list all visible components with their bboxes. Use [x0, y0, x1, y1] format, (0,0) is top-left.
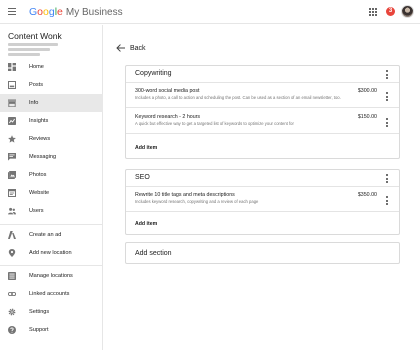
- section-header: Copywriting: [126, 66, 399, 83]
- sidebar-divider: [0, 224, 103, 225]
- users-icon: [8, 207, 16, 215]
- sidebar-item-manage-locations[interactable]: Manage locations: [0, 267, 103, 285]
- section-card-copywriting: Copywriting 300-word social media post I…: [125, 65, 400, 159]
- item-price: $300.00: [357, 88, 377, 94]
- item-price: $150.00: [357, 114, 377, 120]
- chat-icon: [8, 153, 16, 161]
- ads-icon: [8, 231, 16, 239]
- back-button[interactable]: Back: [116, 42, 146, 54]
- add-item-button[interactable]: Add item: [135, 145, 157, 151]
- link-icon: [8, 290, 16, 298]
- sidebar-item-users[interactable]: Users: [0, 202, 103, 220]
- manage-locations-icon: [8, 272, 16, 280]
- website-icon: [8, 189, 16, 197]
- sidebar-item-info[interactable]: Info: [0, 94, 103, 112]
- gear-icon: [8, 308, 16, 316]
- notifications-badge[interactable]: 3: [386, 7, 395, 16]
- sidebar-item-label: Insights: [29, 118, 49, 124]
- section-card-seo: SEO Rewrite 10 title tags and meta descr…: [125, 169, 400, 235]
- help-icon: [8, 326, 16, 334]
- sidebar-item-label: Manage locations: [29, 273, 73, 279]
- insights-icon: [8, 117, 16, 125]
- menu-icon[interactable]: [8, 8, 16, 15]
- sidebar-item-label: Website: [29, 190, 50, 196]
- sidebar-item-label: Posts: [29, 82, 43, 88]
- sidebar-divider: [0, 265, 103, 266]
- section-header: SEO: [126, 170, 399, 187]
- sidebar-item-label: Add new location: [29, 250, 72, 256]
- storefront-icon: [8, 99, 16, 107]
- item-name: Keyword research - 2 hours: [135, 114, 201, 120]
- more-vert-icon[interactable]: [386, 70, 389, 79]
- sidebar-item-linked-accounts[interactable]: Linked accounts: [0, 285, 103, 303]
- add-item-button[interactable]: Add item: [135, 221, 157, 227]
- sidebar-item-support[interactable]: Support: [0, 321, 103, 339]
- sidebar-item-label: Support: [29, 327, 49, 333]
- more-vert-icon[interactable]: [386, 196, 389, 205]
- dashboard-icon: [8, 63, 16, 71]
- item-price: $350.00: [357, 192, 377, 198]
- sidebar-item-insights[interactable]: Insights: [0, 112, 103, 130]
- back-label: Back: [130, 44, 146, 52]
- add-section-card[interactable]: Add section: [125, 242, 400, 264]
- business-address-redacted: [8, 43, 68, 58]
- section-title: Copywriting: [135, 70, 172, 77]
- posts-icon: [8, 81, 16, 89]
- sidebar-item-label: Info: [29, 100, 39, 106]
- account-avatar[interactable]: [401, 5, 414, 18]
- sidebar: Content Wonk Home Posts Info Insights Re…: [0, 25, 103, 350]
- sidebar-item-label: Messaging: [29, 154, 57, 160]
- sidebar-item-reviews[interactable]: Reviews: [0, 130, 103, 148]
- menu-item-row[interactable]: Keyword research - 2 hours A quick but e…: [126, 109, 399, 134]
- sidebar-item-label: Create an ad: [29, 232, 62, 238]
- sidebar-item-posts[interactable]: Posts: [0, 76, 103, 94]
- sidebar-item-settings[interactable]: Settings: [0, 303, 103, 321]
- menu-item-row[interactable]: Rewrite 10 title tags and meta descripti…: [126, 187, 399, 212]
- item-description: Includes keyword research, copywriting a…: [135, 199, 259, 204]
- sidebar-item-label: Users: [29, 208, 44, 214]
- item-name: Rewrite 10 title tags and meta descripti…: [135, 192, 235, 198]
- sidebar-item-label: Photos: [29, 172, 47, 178]
- logo-letter: G: [29, 6, 38, 18]
- location-icon: [8, 249, 16, 257]
- sidebar-item-messaging[interactable]: Messaging: [0, 148, 103, 166]
- menu-item-row[interactable]: 300-word social media post Includes a ph…: [126, 83, 399, 108]
- sidebar-item-label: Settings: [29, 309, 50, 315]
- top-app-bar: Google My Business 3: [0, 0, 420, 24]
- sidebar-item-label: Linked accounts: [29, 291, 70, 297]
- more-vert-icon[interactable]: [386, 118, 389, 127]
- sidebar-item-label: Home: [29, 64, 44, 70]
- logo-letter: e: [57, 6, 63, 18]
- business-name: Content Wonk: [8, 31, 62, 41]
- arrow-back-icon: [116, 44, 125, 52]
- sidebar-item-add-location[interactable]: Add new location: [0, 244, 103, 262]
- app-logo[interactable]: Google My Business: [29, 6, 123, 19]
- sidebar-item-home[interactable]: Home: [0, 58, 103, 76]
- sidebar-item-website[interactable]: Website: [0, 184, 103, 202]
- product-name: My Business: [65, 7, 123, 18]
- star-icon: [8, 135, 16, 143]
- sidebar-item-photos[interactable]: Photos: [0, 166, 103, 184]
- more-vert-icon[interactable]: [386, 92, 389, 101]
- apps-grid-icon[interactable]: [369, 8, 377, 16]
- add-section-label: Add section: [135, 250, 172, 257]
- more-vert-icon[interactable]: [386, 174, 389, 183]
- sidebar-item-create-ad[interactable]: Create an ad: [0, 226, 103, 244]
- photos-icon: [8, 171, 16, 179]
- item-name: 300-word social media post: [135, 88, 200, 94]
- section-title: SEO: [135, 174, 150, 181]
- item-description: Includes a photo, a call to action and s…: [135, 95, 341, 100]
- item-description: A quick but effective way to get a targe…: [135, 121, 294, 126]
- sidebar-item-label: Reviews: [29, 136, 51, 142]
